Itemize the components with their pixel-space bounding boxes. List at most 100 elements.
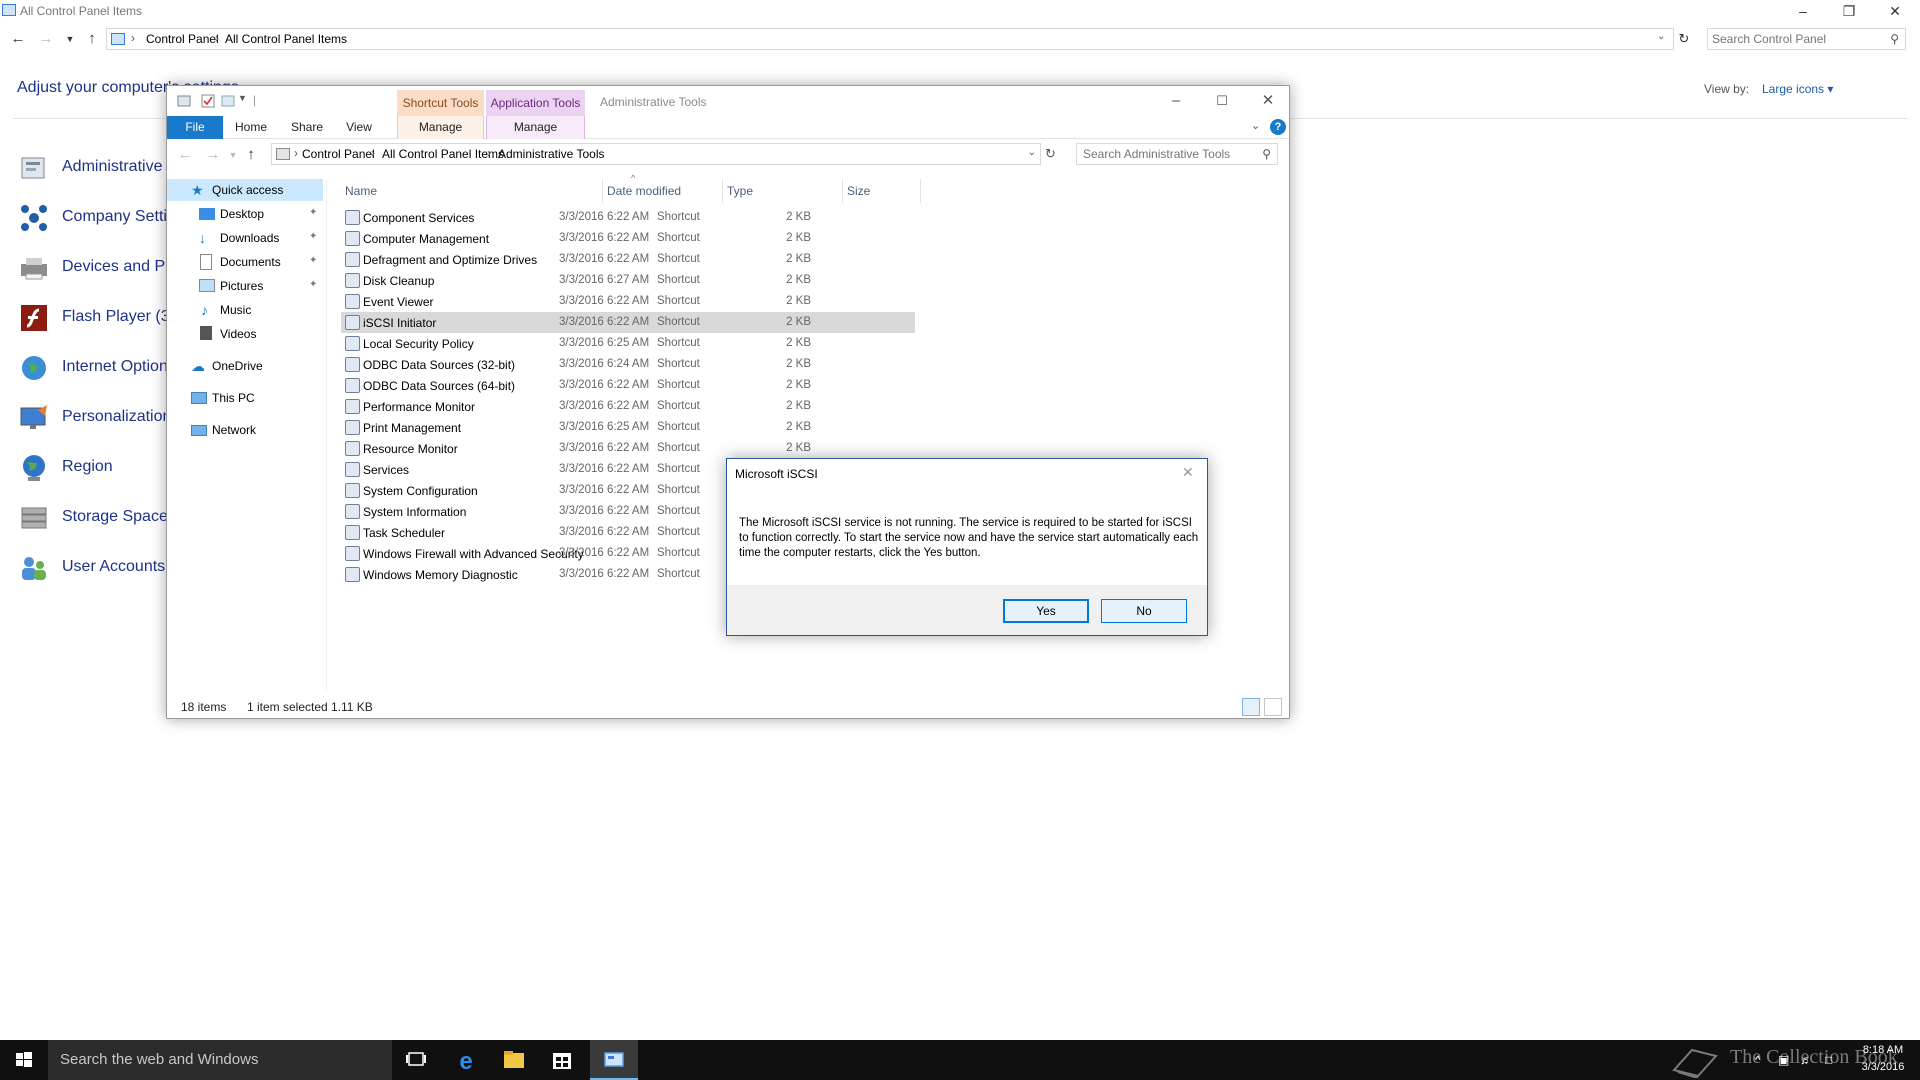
table-row[interactable]: Disk Cleanup 3/3/2016 6:27 AM Shortcut 2 KB — [341, 270, 915, 291]
up-arrow-icon[interactable]: ↑ — [241, 145, 261, 165]
task-view-icon[interactable] — [392, 1040, 440, 1080]
refresh-icon[interactable]: ↻ — [1045, 146, 1056, 162]
recent-dropdown-icon[interactable]: ▼ — [60, 29, 80, 49]
download-icon: ↓ — [199, 230, 206, 246]
breadcrumb-admin-tools[interactable]: Administrative Tools — [498, 147, 605, 161]
column-header-date[interactable]: Date modified — [603, 179, 723, 203]
clock-date[interactable]: 3/3/2016 — [1855, 1061, 1911, 1073]
table-row[interactable]: Print Management 3/3/2016 6:25 AM Shortcut… — [341, 417, 915, 438]
cp-search-box[interactable]: ⚲ — [1707, 28, 1906, 50]
at-address-bar[interactable]: › Control Panel › All Control Panel Item… — [271, 143, 1041, 165]
cp-search-input[interactable] — [1712, 31, 1872, 47]
volume-icon[interactable]: ♬ — [1800, 1053, 1812, 1067]
file-date: 3/3/2016 6:22 AM — [559, 547, 650, 559]
breadcrumb-control-panel[interactable]: Control Panel — [146, 32, 219, 46]
table-row[interactable]: ODBC Data Sources (32-bit) 3/3/2016 6:24 … — [341, 354, 915, 375]
table-row[interactable]: Component Services 3/3/2016 6:22 AM Shortc… — [341, 207, 915, 228]
pin-icon[interactable]: ✦ — [309, 231, 317, 242]
network-tray-icon[interactable]: ▣ — [1778, 1053, 1789, 1067]
column-header-type[interactable]: Type — [723, 179, 843, 203]
file-explorer-icon[interactable] — [490, 1040, 538, 1080]
taskbar-search-box[interactable]: Search the web and Windows — [48, 1040, 392, 1080]
tab-view[interactable]: View — [339, 116, 379, 139]
table-row[interactable]: ODBC Data Sources (64-bit) 3/3/2016 6:22 … — [341, 375, 915, 396]
at-minimize-button[interactable]: – — [1153, 86, 1199, 116]
pin-icon[interactable]: ✦ — [309, 207, 317, 218]
customize-toolbar-icon[interactable]: ▼ — [238, 93, 254, 109]
tab-file[interactable]: File — [167, 116, 223, 139]
up-arrow-icon[interactable]: ↑ — [82, 29, 102, 49]
new-folder-icon[interactable] — [220, 93, 236, 109]
back-arrow-icon[interactable]: ← — [8, 29, 28, 49]
show-hidden-icons[interactable]: ^ — [1755, 1053, 1761, 1067]
forward-arrow-icon[interactable]: → — [203, 145, 223, 165]
file-size: 2 KB — [786, 232, 811, 244]
shortcut-icon — [345, 231, 360, 246]
breadcrumb-all-items[interactable]: All Control Panel Items — [382, 147, 504, 161]
at-search-box[interactable]: ⚲ — [1076, 143, 1278, 165]
cp-close-button[interactable]: ✕ — [1872, 0, 1918, 22]
yes-button[interactable]: Yes — [1003, 599, 1089, 623]
dialog-title: Microsoft iSCSI — [735, 467, 818, 481]
help-icon[interactable]: ? — [1270, 119, 1286, 135]
details-view-button[interactable] — [1242, 698, 1260, 716]
nav-this-pc[interactable]: This PC — [167, 387, 327, 409]
edge-icon[interactable]: e — [442, 1040, 490, 1080]
search-icon[interactable]: ⚲ — [1262, 147, 1271, 161]
cp-minimize-button[interactable]: – — [1780, 0, 1826, 22]
file-name: ODBC Data Sources (64-bit) — [363, 379, 516, 393]
refresh-icon[interactable]: ↻ — [1674, 29, 1694, 49]
nav-quick-access[interactable]: ★ Quick access — [167, 179, 323, 201]
table-row[interactable]: Event Viewer 3/3/2016 6:22 AM Shortcut 2 KB — [341, 291, 915, 312]
dialog-close-icon[interactable]: ✕ — [1182, 464, 1194, 481]
nav-pictures[interactable]: Pictures ✦ — [167, 275, 327, 297]
file-date: 3/3/2016 6:27 AM — [559, 274, 650, 286]
nav-network[interactable]: Network — [167, 419, 327, 441]
store-icon[interactable] — [538, 1040, 586, 1080]
table-row[interactable]: Computer Management 3/3/2016 6:22 AM Short… — [341, 228, 915, 249]
tab-share[interactable]: Share — [285, 116, 329, 139]
pin-icon[interactable]: ✦ — [309, 279, 317, 290]
large-icons-view-button[interactable] — [1264, 698, 1282, 716]
table-row[interactable]: Defragment and Optimize Drives 3/3/2016 6… — [341, 249, 915, 270]
table-row[interactable]: Performance Monitor 3/3/2016 6:22 AM Short… — [341, 396, 915, 417]
no-button[interactable]: No — [1101, 599, 1187, 623]
expand-ribbon-icon[interactable]: ⌄ — [1251, 119, 1260, 132]
breadcrumb-control-panel[interactable]: Control Panel — [302, 147, 375, 161]
address-dropdown-icon[interactable]: ⌄ — [1657, 31, 1665, 42]
document-icon — [200, 254, 212, 270]
nav-videos[interactable]: Videos — [167, 323, 327, 345]
column-header-name[interactable]: Name — [341, 179, 603, 203]
nav-downloads[interactable]: ↓ Downloads ✦ — [167, 227, 327, 249]
tab-manage-application[interactable]: Manage — [486, 116, 585, 139]
address-dropdown-icon[interactable]: ⌄ — [1028, 147, 1036, 158]
tab-home[interactable]: Home — [229, 116, 273, 139]
pin-icon[interactable]: ✦ — [309, 255, 317, 266]
table-row[interactable]: Local Security Policy 3/3/2016 6:25 AM Sho… — [341, 333, 915, 354]
nav-documents[interactable]: Documents ✦ — [167, 251, 327, 273]
column-header-size[interactable]: Size — [843, 179, 921, 203]
control-panel-taskbar-button[interactable] — [590, 1040, 638, 1080]
breadcrumb-all-items[interactable]: All Control Panel Items — [225, 32, 347, 46]
nav-onedrive[interactable]: ☁ OneDrive — [167, 355, 327, 377]
at-close-button[interactable]: ✕ — [1245, 86, 1291, 116]
cp-address-bar[interactable]: › Control Panel › All Control Panel Item… — [106, 28, 1674, 50]
search-icon[interactable]: ⚲ — [1890, 32, 1899, 46]
properties-icon[interactable] — [200, 93, 216, 109]
file-date: 3/3/2016 6:22 AM — [559, 232, 650, 244]
view-by-dropdown[interactable]: Large icons ▾ — [1762, 82, 1833, 96]
nav-desktop[interactable]: Desktop ✦ — [167, 203, 327, 225]
table-row[interactable]: Resource Monitor 3/3/2016 6:22 AM Shortcut… — [341, 438, 915, 459]
clock-time[interactable]: 8:18 AM — [1855, 1044, 1911, 1056]
recent-dropdown-icon[interactable]: ▼ — [223, 145, 243, 165]
notifications-icon[interactable]: □ — [1825, 1053, 1832, 1067]
back-arrow-icon[interactable]: ← — [175, 145, 195, 165]
windows-start-icon[interactable] — [0, 1040, 48, 1080]
table-row[interactable]: iSCSI Initiator 3/3/2016 6:22 AM Shortcut 2… — [341, 312, 915, 333]
forward-arrow-icon[interactable]: → — [36, 29, 56, 49]
at-search-input[interactable] — [1083, 146, 1253, 162]
nav-music[interactable]: ♪ Music — [167, 299, 327, 321]
tab-manage-shortcut[interactable]: Manage — [397, 116, 484, 139]
cp-restore-button[interactable]: ❐ — [1826, 0, 1872, 22]
at-maximize-button[interactable]: ☐ — [1199, 86, 1245, 116]
